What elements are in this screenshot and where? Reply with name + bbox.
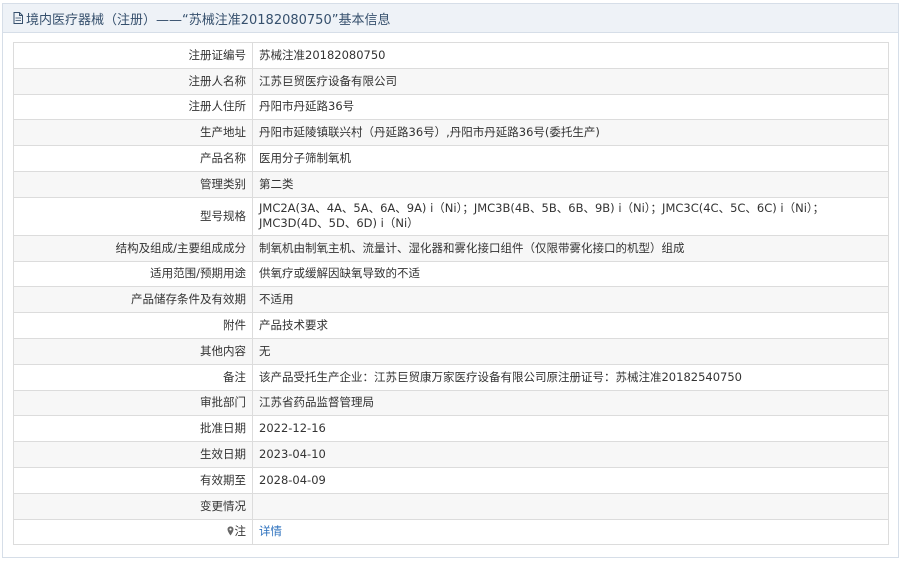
table-row: 结构及组成/主要组成成分 制氧机由制氧主机、流量计、湿化器和雾化接口组件（仅限带…	[13, 234, 889, 262]
field-value: 产品技术要求	[252, 312, 889, 339]
field-value: 2023-04-10	[252, 441, 889, 468]
field-value: 第二类	[252, 170, 889, 198]
table-row: 变更情况	[13, 492, 889, 520]
field-value: 丹阳市延陵镇联兴村（丹延路36号）,丹阳市丹延路36号(委托生产)	[252, 119, 889, 147]
field-label: 型号规格	[13, 196, 253, 236]
table-row: 生产地址 丹阳市延陵镇联兴村（丹延路36号）,丹阳市丹延路36号(委托生产)	[13, 119, 889, 147]
field-value: 苏械注准20182080750	[252, 42, 889, 69]
panel-header: 境内医疗器械（注册）——“苏械注准20182080750”基本信息	[3, 4, 898, 33]
field-value: 医用分子筛制氧机	[252, 145, 889, 172]
field-label: 产品储存条件及有效期	[13, 286, 253, 314]
note-label-cell: 注	[13, 518, 253, 546]
table-row: 注 详情	[13, 518, 889, 546]
field-label: 生效日期	[13, 441, 253, 468]
field-value: 丹阳市丹延路36号	[252, 93, 889, 121]
table-row: 有效期至 2028-04-09	[13, 466, 889, 494]
field-label: 备注	[13, 363, 253, 391]
field-value: 2028-04-09	[252, 466, 889, 494]
field-label: 批准日期	[13, 415, 253, 443]
details-link[interactable]: 详情	[259, 524, 282, 538]
field-label: 附件	[13, 312, 253, 339]
info-table: 注册证编号 苏械注准20182080750 注册人名称 江苏巨贸医疗设备有限公司…	[13, 42, 889, 546]
table-row: 注册证编号 苏械注准20182080750	[13, 42, 889, 69]
table-row: 管理类别 第二类	[13, 170, 889, 198]
field-label: 注册人名称	[13, 67, 253, 95]
field-value: 江苏巨贸医疗设备有限公司	[252, 67, 889, 95]
field-label: 适用范围/预期用途	[13, 260, 253, 288]
field-label: 有效期至	[13, 466, 253, 494]
detail-panel: 境内医疗器械（注册）——“苏械注准20182080750”基本信息 注册证编号 …	[2, 3, 899, 558]
field-value: 该产品受托生产企业：江苏巨贸康万家医疗设备有限公司原注册证号：苏械注准20182…	[252, 363, 889, 391]
table-row: 型号规格 JMC2A(3A、4A、5A、6A、9A) i（Ni）；JMC3B(4…	[13, 196, 889, 236]
field-value: JMC2A(3A、4A、5A、6A、9A) i（Ni）；JMC3B(4B、5B、…	[252, 196, 889, 236]
field-label: 注	[234, 524, 247, 539]
table-row: 注册人名称 江苏巨贸医疗设备有限公司	[13, 67, 889, 95]
field-label: 其他内容	[13, 337, 253, 365]
field-value: 详情	[252, 518, 889, 546]
field-label: 结构及组成/主要组成成分	[13, 234, 253, 262]
table-row: 批准日期 2022-12-16	[13, 415, 889, 443]
table-row: 注册人住所 丹阳市丹延路36号	[13, 93, 889, 121]
field-label: 变更情况	[13, 492, 253, 520]
field-value: 无	[252, 337, 889, 365]
field-label: 注册人住所	[13, 93, 253, 121]
pin-icon	[227, 526, 233, 536]
table-row: 审批部门 江苏省药品监督管理局	[13, 389, 889, 417]
field-value: 江苏省药品监督管理局	[252, 389, 889, 417]
table-row: 产品名称 医用分子筛制氧机	[13, 145, 889, 172]
field-value: 供氧疗或缓解因缺氧导致的不适	[252, 260, 889, 288]
field-value	[252, 492, 889, 520]
field-value: 2022-12-16	[252, 415, 889, 443]
document-icon	[13, 12, 23, 24]
table-row: 生效日期 2023-04-10	[13, 441, 889, 468]
field-label: 产品名称	[13, 145, 253, 172]
table-row: 产品储存条件及有效期 不适用	[13, 286, 889, 314]
field-label: 审批部门	[13, 389, 253, 417]
field-label: 管理类别	[13, 170, 253, 198]
table-row: 备注 该产品受托生产企业：江苏巨贸康万家医疗设备有限公司原注册证号：苏械注准20…	[13, 363, 889, 391]
field-value: 制氧机由制氧主机、流量计、湿化器和雾化接口组件（仅限带雾化接口的机型）组成	[252, 234, 889, 262]
table-row: 适用范围/预期用途 供氧疗或缓解因缺氧导致的不适	[13, 260, 889, 288]
field-label: 生产地址	[13, 119, 253, 147]
table-row: 附件 产品技术要求	[13, 312, 889, 339]
panel-title: 境内医疗器械（注册）——“苏械注准20182080750”基本信息	[26, 12, 391, 28]
table-row: 其他内容 无	[13, 337, 889, 365]
field-label: 注册证编号	[13, 42, 253, 69]
field-value: 不适用	[252, 286, 889, 314]
